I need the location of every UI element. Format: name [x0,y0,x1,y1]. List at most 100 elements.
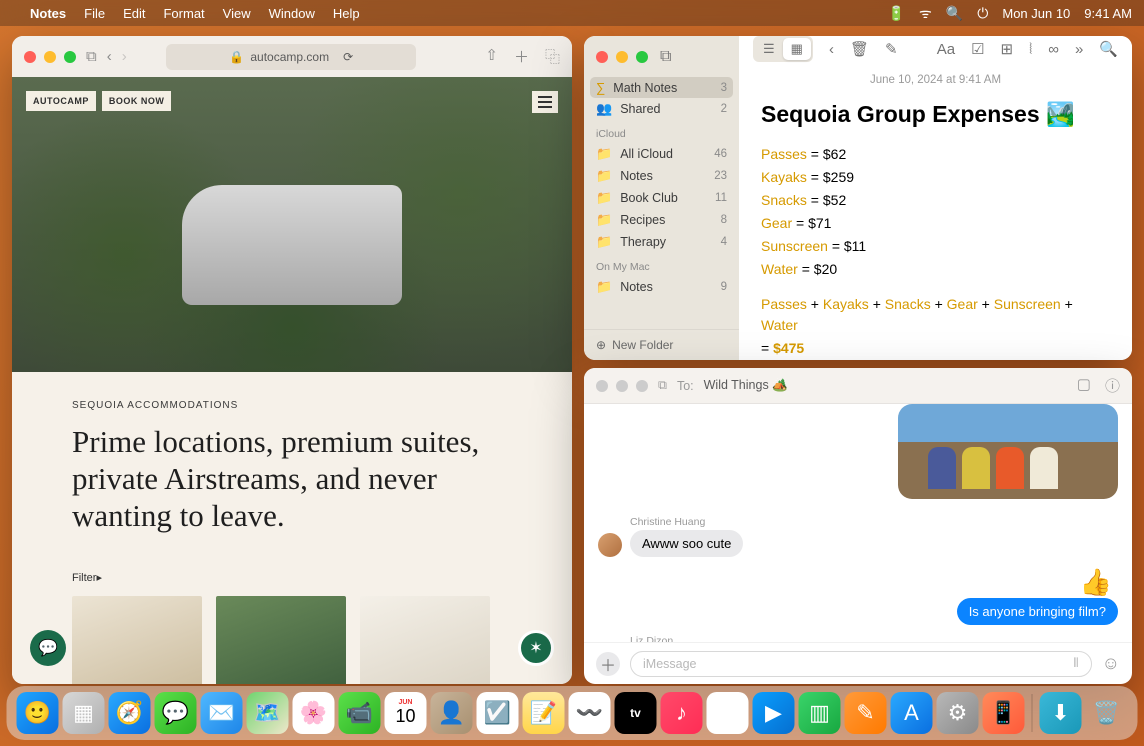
site-logo[interactable]: AUTOCAMP [26,91,96,111]
trash-icon[interactable]: 🗑 [850,40,869,58]
message-bubble[interactable]: Awww soo cute [630,530,743,557]
menu-format[interactable]: Format [163,6,204,21]
dock-downloads-icon[interactable]: ⬇ [1040,692,1082,734]
dock-numbers-icon[interactable]: ▥ [799,692,841,734]
app-menu[interactable]: Notes [30,6,66,21]
dock-maps-icon[interactable]: 🗺️ [247,692,289,734]
menu-edit[interactable]: Edit [123,6,145,21]
note-line: Gear = $71 [761,213,1110,234]
filter-toggle[interactable]: Filter▸ [72,571,512,584]
search-icon[interactable]: 🔍 [1099,40,1118,58]
hamburger-icon[interactable] [532,91,558,113]
apps-button[interactable]: ＋ [596,652,620,676]
sidebar-icon[interactable]: ⧉ [86,48,97,65]
accessibility-icon[interactable]: ✶ [518,630,554,666]
wifi-icon[interactable]: ᯤ [919,4,932,23]
messages-toolbar: ⧉ To: Wild Things 🏕️ ▢ ⓘ [584,368,1132,404]
dock-reminders-icon[interactable]: ☑️ [477,692,519,734]
sidebar-item[interactable]: 📁Book Club11 [584,187,739,209]
format-icon[interactable]: Aa [937,41,955,58]
dock-photos-icon[interactable]: 🌸 [293,692,335,734]
sidebar-item-shared[interactable]: 👥 Shared 2 [584,98,739,120]
dock-safari-icon[interactable]: 🧭 [109,692,151,734]
sidebar-item[interactable]: 📁All iCloud46 [584,143,739,165]
window-controls[interactable] [596,51,648,63]
more-icon[interactable]: » [1075,41,1083,58]
battery-icon[interactable]: 🔋 [888,5,905,22]
message-input[interactable]: iMessage ⦀ [630,651,1092,677]
menu-help[interactable]: Help [333,6,360,21]
new-tab-icon[interactable]: ＋ [514,46,529,67]
back-icon[interactable]: ‹ [829,41,834,58]
chat-fab-icon[interactable]: 💬 [30,630,66,666]
sidebar-item[interactable]: 📁Notes9 [584,276,739,298]
share-icon[interactable]: ⇧ [485,46,498,67]
sidebar-item[interactable]: 📁Therapy4 [584,231,739,253]
sidebar-item-math-notes[interactable]: ∑ Math Notes 3 [590,77,733,98]
back-icon[interactable]: ‹ [107,48,112,65]
message-bubble[interactable]: Is anyone bringing film? [957,598,1118,625]
dock-settings-icon[interactable]: ⚙ [937,692,979,734]
messages-thread[interactable]: Christine Huang Awww soo cute 👍 Is anyon… [584,404,1132,642]
dock-messages-icon[interactable]: 💬 [155,692,197,734]
menu-view[interactable]: View [223,6,251,21]
dock-notes-icon[interactable]: 📝 [523,692,565,734]
dock-finder-icon[interactable]: 🙂 [17,692,59,734]
accommodation-card[interactable] [216,596,346,684]
sidebar-toggle-icon[interactable]: ⧉ [658,378,667,393]
list-view-icon[interactable]: ☰ [755,38,783,60]
sidebar-toggle-icon[interactable]: ⧉ [660,48,671,66]
reload-icon[interactable]: ⟳ [343,50,353,64]
dock-iphone-mirror-icon[interactable]: 📱 [983,692,1025,734]
url-bar[interactable]: 🔒 autocamp.com ⟳ [166,44,416,70]
compose-icon[interactable]: ✎ [885,40,898,58]
dock-mail-icon[interactable]: ✉️ [201,692,243,734]
conversation-name[interactable]: Wild Things 🏕️ [704,378,788,393]
dock-music-icon[interactable]: ♪ [661,692,703,734]
forward-icon[interactable]: › [122,48,127,65]
window-controls[interactable] [596,380,648,392]
tapback-emoji[interactable]: 👍 [598,567,1112,598]
facetime-icon[interactable]: ▢ [1077,375,1091,396]
dock-calendar-icon[interactable]: JUN10 [385,692,427,734]
sidebar-item[interactable]: 📁Recipes8 [584,209,739,231]
menubar-date[interactable]: Mon Jun 10 [1002,6,1070,21]
new-folder-button[interactable]: ⊕ New Folder [584,329,739,360]
window-controls[interactable] [24,51,76,63]
dock-news-icon[interactable]: N [707,692,749,734]
table-icon[interactable]: ⊞ [1001,40,1014,58]
note-content[interactable]: June 10, 2024 at 9:41 AM Sequoia Group E… [739,62,1132,360]
dock-facetime-icon[interactable]: 📹 [339,692,381,734]
book-now-button[interactable]: BOOK NOW [102,91,172,111]
note-line: Sunscreen = $11 [761,236,1110,257]
media-icon[interactable]: ⦚ [1029,41,1032,58]
dock-appstore-icon[interactable]: A [891,692,933,734]
accommodation-card[interactable] [360,596,490,684]
control-center-icon[interactable]: ⏻ [977,5,988,22]
menu-window[interactable]: Window [269,6,315,21]
safari-window: ⧉ ‹ › 🔒 autocamp.com ⟳ ⇧ ＋ ⿻ AUTOCAMP BO… [12,36,572,684]
avatar[interactable] [598,533,622,557]
dock-contacts-icon[interactable]: 👤 [431,692,473,734]
view-mode-segment[interactable]: ☰ ▦ [753,36,813,62]
dock-pages-icon[interactable]: ✎ [845,692,887,734]
link-icon[interactable]: ∞ [1048,41,1059,58]
emoji-picker-icon[interactable]: ☺ [1102,653,1120,674]
gallery-view-icon[interactable]: ▦ [783,38,811,60]
dock-trash-icon[interactable]: 🗑️ [1086,692,1128,734]
dock-tv-icon[interactable]: tv [615,692,657,734]
dock-launchpad-icon[interactable]: ▦ [63,692,105,734]
dock-freeform-icon[interactable]: 〰️ [569,692,611,734]
dock-keynote-icon[interactable]: ▶ [753,692,795,734]
note-line: Kayaks = $259 [761,167,1110,188]
audio-icon[interactable]: ⦀ [1073,656,1079,671]
spotlight-icon[interactable]: 🔍 [946,5,963,22]
menu-file[interactable]: File [84,6,105,21]
tabs-icon[interactable]: ⿻ [545,46,560,67]
sidebar-item[interactable]: 📁Notes23 [584,165,739,187]
message-photo[interactable] [898,404,1118,499]
accommodation-card[interactable] [72,596,202,684]
menubar-time[interactable]: 9:41 AM [1084,6,1132,21]
checklist-icon[interactable]: ☑ [971,40,984,58]
info-icon[interactable]: ⓘ [1105,375,1120,396]
